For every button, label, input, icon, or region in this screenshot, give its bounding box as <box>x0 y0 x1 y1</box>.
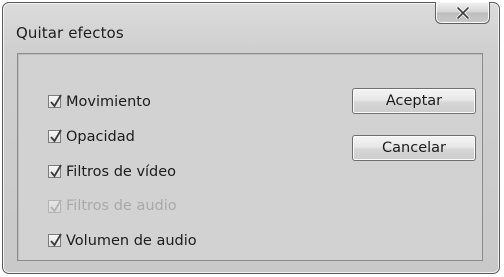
checkbox-filtros-audio: Filtros de audio <box>48 189 197 223</box>
checkbox-box[interactable] <box>48 164 62 178</box>
title-bar: Quitar efectos <box>3 2 499 43</box>
checkbox-label: Movimiento <box>66 93 151 110</box>
dialog-window: Quitar efectos Movimiento Opacidad Filtr… <box>2 2 500 274</box>
effects-checklist: Movimiento Opacidad Filtros de vídeo Fil… <box>48 84 197 258</box>
checkbox-label: Volumen de audio <box>66 232 197 249</box>
checkbox-filtros-video[interactable]: Filtros de vídeo <box>48 154 197 189</box>
checkbox-box <box>48 199 62 213</box>
checkmark-icon <box>50 199 62 213</box>
checkbox-movimiento[interactable]: Movimiento <box>48 84 197 119</box>
checkbox-label: Opacidad <box>66 128 135 145</box>
checkbox-label: Filtros de vídeo <box>66 163 177 180</box>
checkmark-icon <box>50 233 62 247</box>
checkbox-box[interactable] <box>48 129 62 143</box>
cancel-button[interactable]: Cancelar <box>352 135 476 161</box>
checkmark-icon <box>50 164 62 178</box>
close-button[interactable] <box>435 2 490 24</box>
dialog-title: Quitar efectos <box>16 24 124 42</box>
checkmark-icon <box>50 94 62 108</box>
checkbox-label: Filtros de audio <box>66 198 177 214</box>
checkbox-box[interactable] <box>48 94 62 108</box>
checkmark-icon <box>50 129 62 143</box>
checkbox-volumen-audio[interactable]: Volumen de audio <box>48 223 197 258</box>
checkbox-box[interactable] <box>48 233 62 247</box>
dialog-content: Movimiento Opacidad Filtros de vídeo Fil… <box>17 53 483 261</box>
accept-button[interactable]: Aceptar <box>352 88 476 114</box>
checkbox-opacidad[interactable]: Opacidad <box>48 119 197 154</box>
close-icon <box>455 6 470 19</box>
